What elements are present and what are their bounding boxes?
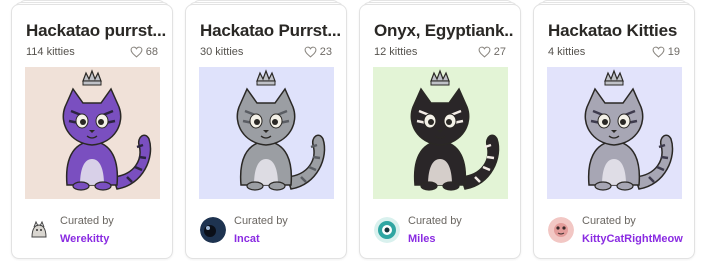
kitty-count: 114 kitties (26, 46, 75, 58)
collection-meta: 114 kitties 68 (26, 46, 158, 60)
like-count: 27 (493, 46, 506, 58)
curator-section: Curated by KittyCatRightMeow (548, 213, 686, 249)
curator-avatar[interactable] (548, 217, 574, 243)
curator-name-link[interactable]: Werekitty (60, 233, 109, 245)
lavender-kitty-icon[interactable] (547, 67, 682, 199)
curated-by-label: Curated by (408, 215, 462, 227)
collection-card[interactable]: Hackatao Kitties 4 kitties 19 Curated by… (533, 4, 695, 259)
heart-icon[interactable] (304, 46, 317, 58)
curator-name-link[interactable]: Incat (234, 233, 260, 245)
like-count: 23 (319, 46, 332, 58)
curated-by-label: Curated by (582, 215, 636, 227)
collection-card[interactable]: Hackatao Purrst... 30 kitties 23 Curated… (185, 4, 347, 259)
collection-card-stack: Hackatao Kitties 4 kitties 19 Curated by… (533, 0, 695, 259)
collection-title[interactable]: Onyx, Egyptiank... (374, 21, 514, 41)
collection-title[interactable]: Hackatao Purrst... (200, 21, 340, 41)
curator-avatar[interactable] (374, 217, 400, 243)
like-button[interactable]: 68 (130, 46, 158, 58)
black-kitty-icon[interactable] (373, 67, 508, 199)
curator-avatar[interactable] (200, 217, 226, 243)
heart-icon[interactable] (130, 46, 143, 58)
collection-card[interactable]: Onyx, Egyptiank... 12 kitties 27 Curated… (359, 4, 521, 259)
collection-meta: 30 kitties 23 (200, 46, 332, 60)
heart-icon[interactable] (652, 46, 665, 58)
curator-name-link[interactable]: KittyCatRightMeow (582, 233, 683, 245)
grey-kitty-icon[interactable] (199, 67, 334, 199)
collection-card[interactable]: Hackatao purrst... 114 kitties 68 Curate… (11, 4, 173, 259)
collection-meta: 12 kitties 27 (374, 46, 506, 60)
curated-by-label: Curated by (60, 215, 114, 227)
like-button[interactable]: 27 (478, 46, 506, 58)
purple-striped-kitty-icon[interactable] (25, 67, 160, 199)
curated-by-label: Curated by (234, 215, 288, 227)
like-button[interactable]: 23 (304, 46, 332, 58)
curator-section: Curated by Miles (374, 213, 512, 249)
like-button[interactable]: 19 (652, 46, 680, 58)
collection-card-stack: Hackatao Purrst... 30 kitties 23 Curated… (185, 0, 347, 259)
kitty-count: 30 kitties (200, 46, 244, 58)
like-count: 68 (145, 46, 158, 58)
collection-card-stack: Onyx, Egyptiank... 12 kitties 27 Curated… (359, 0, 521, 259)
kitty-count: 4 kitties (548, 46, 586, 58)
curator-name-link[interactable]: Miles (408, 233, 436, 245)
like-count: 19 (667, 46, 680, 58)
kitty-count: 12 kitties (374, 46, 418, 58)
collection-title[interactable]: Hackatao Kitties (548, 21, 688, 41)
collection-meta: 4 kitties 19 (548, 46, 680, 60)
collection-card-stack: Hackatao purrst... 114 kitties 68 Curate… (11, 0, 173, 259)
heart-icon[interactable] (478, 46, 491, 58)
curator-avatar[interactable] (26, 217, 52, 243)
curator-section: Curated by Werekitty (26, 213, 164, 249)
curator-section: Curated by Incat (200, 213, 338, 249)
collection-title[interactable]: Hackatao purrst... (26, 21, 166, 41)
